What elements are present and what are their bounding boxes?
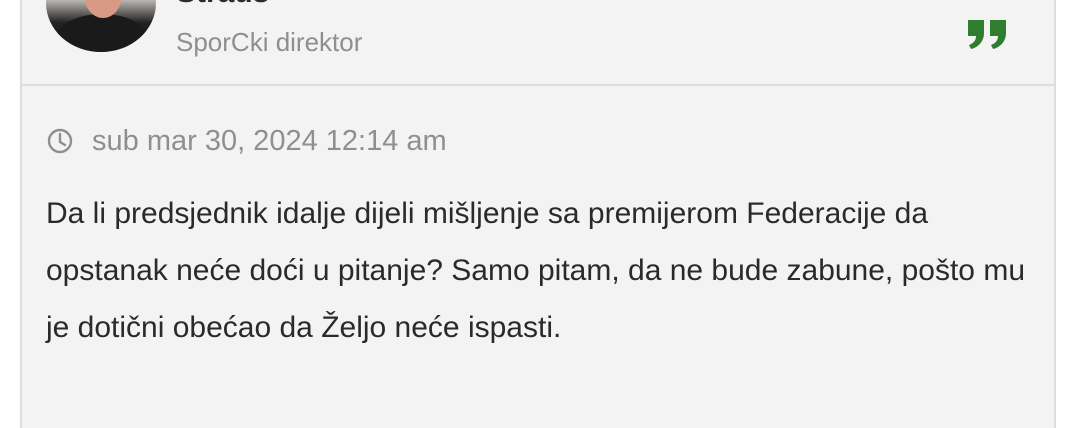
author-rank: SporCki direktor [176, 27, 363, 57]
post-date: sub mar 30, 2024 12:14 am [92, 125, 447, 157]
user-avatar[interactable] [46, 0, 156, 52]
quote-icon [968, 20, 1006, 49]
post-header: Straus SporCki direktor [22, 0, 1054, 86]
quote-button[interactable] [966, 12, 1010, 52]
avatar-shirt [56, 14, 148, 52]
post-content: Da li predsjednik idalje dijeli mišljenj… [46, 197, 1025, 344]
post-meta: sub mar 30, 2024 12:14 am [46, 121, 447, 161]
author-name[interactable]: Straus [176, 0, 269, 8]
clock-icon [47, 128, 73, 154]
post-card: Straus SporCki direktor sub mar 30, 2024… [20, 0, 1056, 428]
forum-page: Straus SporCki direktor sub mar 30, 2024… [0, 0, 1078, 428]
